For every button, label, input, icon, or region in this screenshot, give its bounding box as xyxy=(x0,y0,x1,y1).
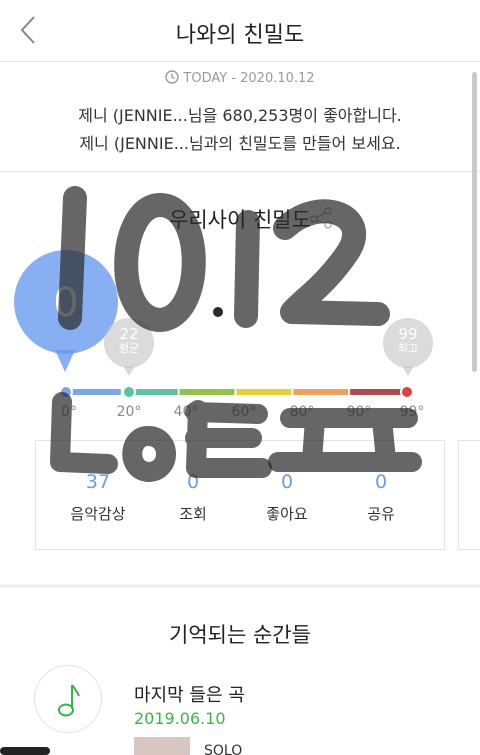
average-bubble: 22 평균 xyxy=(104,318,154,368)
music-note-badge xyxy=(34,665,102,733)
today-text: TODAY - 2020.10.12 xyxy=(183,71,315,86)
stat-label: 공유 xyxy=(367,505,395,523)
scale-segment xyxy=(236,389,292,395)
activity-stats-card[interactable]: 37 음악감상 0 조회 0 좋아요 0 공유 xyxy=(35,440,445,550)
stat-value: 37 xyxy=(85,471,111,493)
scrollbar-thumb[interactable] xyxy=(472,72,477,372)
moments-title: 기억되는 순간들 xyxy=(169,623,311,647)
scale-segment xyxy=(66,389,121,395)
intimacy-title: 우리사이 친밀도 xyxy=(169,208,311,232)
album-thumbnail[interactable] xyxy=(134,737,190,755)
average-pointer xyxy=(123,366,135,376)
stat-music-listen: 37 음악감상 xyxy=(53,471,143,524)
average-value: 22 xyxy=(119,325,139,343)
tick-label: 60° xyxy=(231,404,257,420)
invite-text: 제니 (JENNIE...님과의 친밀도를 만들어 보세요. xyxy=(79,134,401,153)
app-header: 나와의 친밀도 xyxy=(0,0,480,62)
stat-label: 조회 xyxy=(179,505,207,523)
my-score-value: 0 xyxy=(53,280,79,326)
clock-icon xyxy=(165,70,180,84)
scale-segment xyxy=(179,389,235,395)
tick-label: 90° xyxy=(346,404,372,420)
stat-label: 음악감상 xyxy=(70,505,126,523)
stat-likes: 0 좋아요 xyxy=(242,471,332,524)
tick-label: 0° xyxy=(61,404,77,420)
my-score-pointer xyxy=(55,350,75,372)
tick-label: 99° xyxy=(399,404,425,420)
last-song-date: 2019.06.10 xyxy=(134,709,226,728)
tick-label: 20° xyxy=(116,404,142,420)
likes-count-text: 제니 (JENNIE...님을 680,253명이 좋아합니다. xyxy=(78,106,402,125)
stat-shares: 0 공유 xyxy=(336,471,426,524)
stat-value: 0 xyxy=(186,471,200,493)
share-icon[interactable] xyxy=(310,207,334,229)
last-song-label: 마지막 들은 곡 xyxy=(134,685,245,706)
scale-segment xyxy=(350,389,405,395)
stat-value: 0 xyxy=(374,471,388,493)
page-title: 나와의 친밀도 xyxy=(175,23,305,48)
average-label: 평균 xyxy=(118,342,140,355)
next-card-peek[interactable] xyxy=(458,440,480,550)
intimacy-scale-bar xyxy=(66,389,405,395)
max-pointer xyxy=(402,366,414,376)
intimacy-section: 우리사이 친밀도 0 22 평균 99 최고 0° 20° 40° 60° 80… xyxy=(0,172,480,584)
music-note-icon xyxy=(58,684,80,717)
max-value: 99 xyxy=(398,325,418,343)
scale-ticks: 0° 20° 40° 60° 80° 90° 99° xyxy=(0,404,480,424)
today-date: TODAY - 2020.10.12 xyxy=(0,70,480,86)
song-title[interactable]: SOLO xyxy=(204,743,242,755)
summary-panel: TODAY - 2020.10.12 제니 (JENNIE...님을 680,2… xyxy=(0,62,480,172)
scale-segment xyxy=(293,389,349,395)
max-label: 최고 xyxy=(397,342,419,355)
tick-label: 40° xyxy=(173,404,199,420)
max-bubble: 99 최고 xyxy=(383,318,433,368)
moments-section: 기억되는 순간들 마지막 들은 곡 2019.06.10 SOLO xyxy=(0,586,480,755)
stat-value: 0 xyxy=(280,471,294,493)
stat-views: 0 조회 xyxy=(148,471,238,524)
stat-label: 좋아요 xyxy=(266,505,308,523)
max-marker xyxy=(400,385,414,399)
average-marker xyxy=(122,385,136,399)
tick-label: 80° xyxy=(289,404,315,420)
home-indicator xyxy=(0,747,50,755)
my-score-marker xyxy=(59,385,73,399)
